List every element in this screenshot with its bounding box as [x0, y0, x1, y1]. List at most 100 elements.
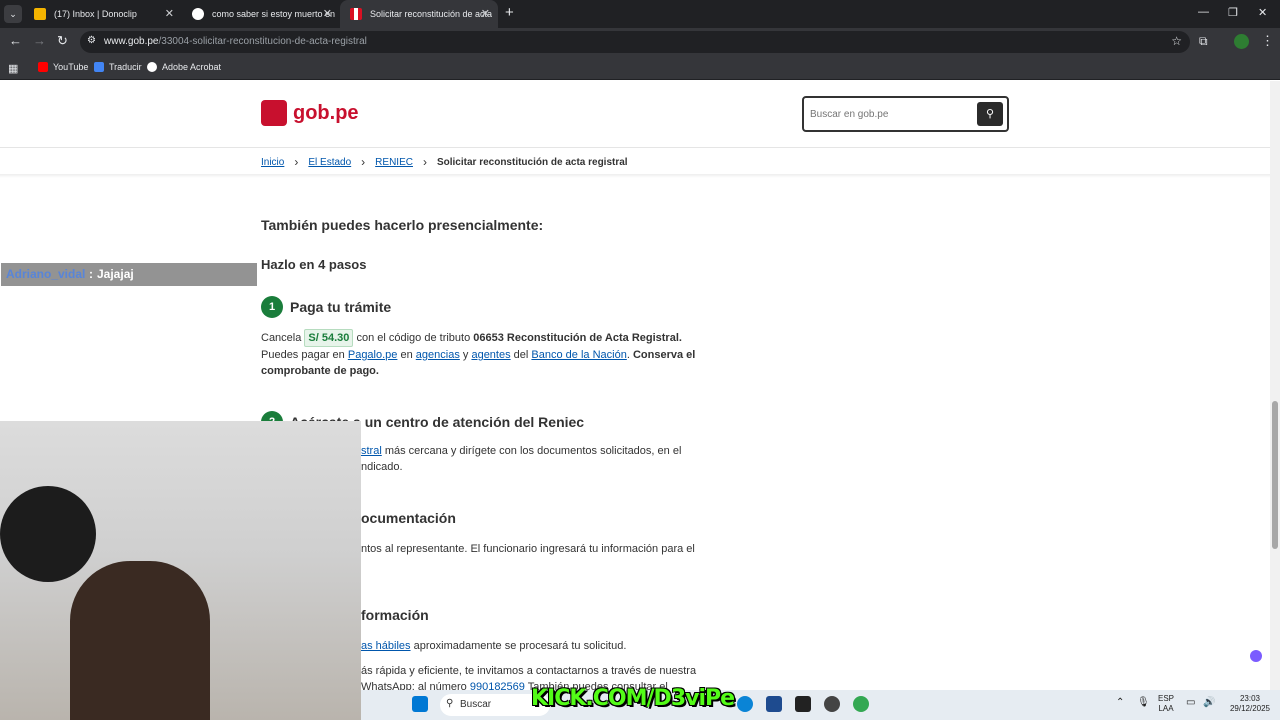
reload-icon[interactable]: ↻: [57, 34, 68, 48]
more-menu-icon[interactable]: ⋮: [1261, 34, 1274, 48]
bookmark-adobe-acrobat[interactable]: Adobe Acrobat: [147, 62, 221, 72]
bookmark-traducir[interactable]: Traducir: [94, 62, 142, 72]
close-tab-icon[interactable]: ✕: [323, 7, 332, 20]
chevron-up-icon[interactable]: ⌃: [1116, 697, 1124, 708]
toolbar: ← → ↻ ⚙ www.gob.pe/33004-solicitar-recon…: [0, 28, 1280, 56]
tab-label: (17) Inbox | Donoclip: [54, 9, 137, 19]
breadcrumb-reniec[interactable]: RENIEC: [375, 157, 413, 168]
forward-arrow-icon[interactable]: →: [33, 34, 46, 48]
link-pagalo[interactable]: Pagalo.pe: [348, 349, 398, 361]
edge-browser-icon[interactable]: [737, 696, 753, 712]
text: con el código de tributo: [356, 332, 471, 344]
text: Cancela: [261, 332, 302, 344]
network-icon[interactable]: ▭: [1186, 697, 1195, 708]
text: ás rápida y eficiente, te invitamos a co…: [361, 665, 697, 677]
extensions-icon[interactable]: ⧉: [1199, 34, 1208, 48]
close-tab-icon[interactable]: ✕: [481, 7, 490, 20]
peru-flag-favicon-icon: [350, 8, 362, 20]
steps-heading: Hazlo en 4 pasos: [261, 257, 367, 272]
tab-label: Solicitar reconstitución de acta: [370, 9, 493, 19]
clock-time: 23:03: [1239, 694, 1261, 703]
link-banco-nacion[interactable]: Banco de la Nación: [531, 349, 626, 361]
close-window-icon[interactable]: ✕: [1258, 6, 1267, 19]
bookmark-label: Adobe Acrobat: [162, 62, 222, 72]
chat-separator: :: [89, 267, 93, 281]
profile-avatar-icon[interactable]: [1234, 34, 1249, 49]
volume-icon[interactable]: 🔊: [1203, 697, 1215, 708]
site-info-icon[interactable]: ⚙: [87, 35, 96, 46]
price-badge: S/ 54.30: [304, 329, 354, 347]
chrome-icon[interactable]: [853, 696, 869, 712]
tab-strip: ⌄ (17) Inbox | Donoclip ✕ como saber si …: [0, 0, 1280, 28]
barber-logo-sign: [0, 486, 96, 582]
microphone-icon[interactable]: 🎙: [1137, 697, 1150, 708]
step-3-text: ntos al representante. El funcionario in…: [361, 543, 695, 555]
lang-layout: LAA: [1158, 704, 1174, 713]
close-tab-icon[interactable]: ✕: [165, 7, 174, 20]
link-oficina-registral[interactable]: stral: [361, 445, 382, 457]
tab-inbox[interactable]: (17) Inbox | Donoclip ✕: [24, 0, 182, 28]
url-path: /33004-solicitar-reconstitucion-de-acta-…: [158, 36, 367, 47]
text: y: [462, 349, 469, 361]
search-input[interactable]: [810, 106, 970, 122]
back-arrow-icon[interactable]: ←: [9, 34, 22, 48]
peru-shield-icon: [261, 100, 287, 126]
tab-search-menu-button[interactable]: ⌄: [4, 5, 22, 23]
tab-google-search[interactable]: como saber si estoy muerto en ✕: [182, 0, 340, 28]
capcut-icon[interactable]: [795, 696, 811, 712]
chevron-right-icon: ›: [361, 155, 366, 169]
chevron-right-icon: ›: [294, 155, 299, 169]
maximize-icon[interactable]: ❐: [1228, 6, 1238, 19]
new-tab-button[interactable]: +: [505, 5, 514, 21]
breadcrumb: Inicio › El Estado › RENIEC › Solicitar …: [261, 155, 628, 169]
obs-icon[interactable]: [824, 696, 840, 712]
chat-username: Adriano_vidal: [6, 267, 86, 281]
url-domain: www.gob.pe: [104, 36, 159, 47]
link-agentes[interactable]: agentes: [471, 349, 510, 361]
streamer-webcam: [0, 421, 361, 720]
chat-text: Jajajaj: [97, 267, 134, 281]
step-title: ocumentación: [361, 510, 456, 526]
step-4: formación: [361, 607, 429, 623]
text: aproximadamente se procesará tu solicitu…: [413, 640, 627, 652]
floating-assistant-icon[interactable]: [1250, 650, 1262, 662]
step-3: ocumentación: [361, 510, 456, 526]
tab-gobpe[interactable]: Solicitar reconstitución de acta ✕: [340, 0, 498, 28]
minimize-icon[interactable]: —: [1198, 6, 1209, 18]
step-number: 1: [261, 296, 283, 318]
text: en: [400, 349, 413, 361]
link-dias-habiles[interactable]: as hábiles: [361, 640, 411, 652]
bookmark-star-icon[interactable]: ☆: [1171, 34, 1182, 48]
clock-date: 29/12/2025: [1229, 704, 1271, 713]
search-button[interactable]: ⚲: [977, 102, 1003, 126]
apps-grid-icon[interactable]: ▦: [8, 62, 18, 75]
windows-start-icon[interactable]: [412, 696, 428, 712]
store-icon[interactable]: [766, 696, 782, 712]
breadcrumb-current: Solicitar reconstitución de acta registr…: [436, 156, 628, 168]
chevron-right-icon: ›: [422, 155, 427, 169]
gobpe-logo[interactable]: gob.pe: [261, 100, 359, 126]
breadcrumb-inicio[interactable]: Inicio: [261, 157, 284, 168]
address-bar[interactable]: ⚙ www.gob.pe/33004-solicitar-reconstituc…: [80, 31, 1190, 53]
text: Puedes pagar en: [261, 349, 345, 361]
step-4-text: as hábiles aproximadamente se procesará …: [361, 638, 701, 654]
section-heading-presencial: También puedes hacerlo presencialmente:: [261, 217, 544, 233]
taskbar-search-label: Buscar: [460, 699, 492, 710]
bookmark-label: YouTube: [53, 62, 89, 72]
bookmark-label: Traducir: [109, 62, 142, 72]
bookmark-youtube[interactable]: YouTube: [38, 62, 88, 72]
language-indicator[interactable]: ESP LAA: [1158, 694, 1174, 714]
text: más cercana y dirígete con los documento…: [384, 445, 682, 457]
page-scrollbar[interactable]: [1270, 81, 1280, 690]
step-title: formación: [361, 607, 429, 623]
link-agencias[interactable]: agencias: [416, 349, 460, 361]
tab-label: como saber si estoy muerto en: [212, 9, 336, 19]
site-header: [0, 81, 1270, 148]
text: ndicado.: [361, 461, 403, 473]
kick-channel-overlay: KICK.COM/D3viPe: [531, 686, 735, 711]
scrollbar-thumb[interactable]: [1272, 401, 1278, 549]
tribute-code: 06653 Reconstitución de Acta Registral.: [473, 332, 682, 344]
breadcrumb-el-estado[interactable]: El Estado: [308, 157, 351, 168]
clock[interactable]: 23:03 29/12/2025: [1226, 694, 1274, 714]
bookmarks-bar: ▦ YouTube Traducir Adobe Acrobat: [0, 56, 1280, 80]
